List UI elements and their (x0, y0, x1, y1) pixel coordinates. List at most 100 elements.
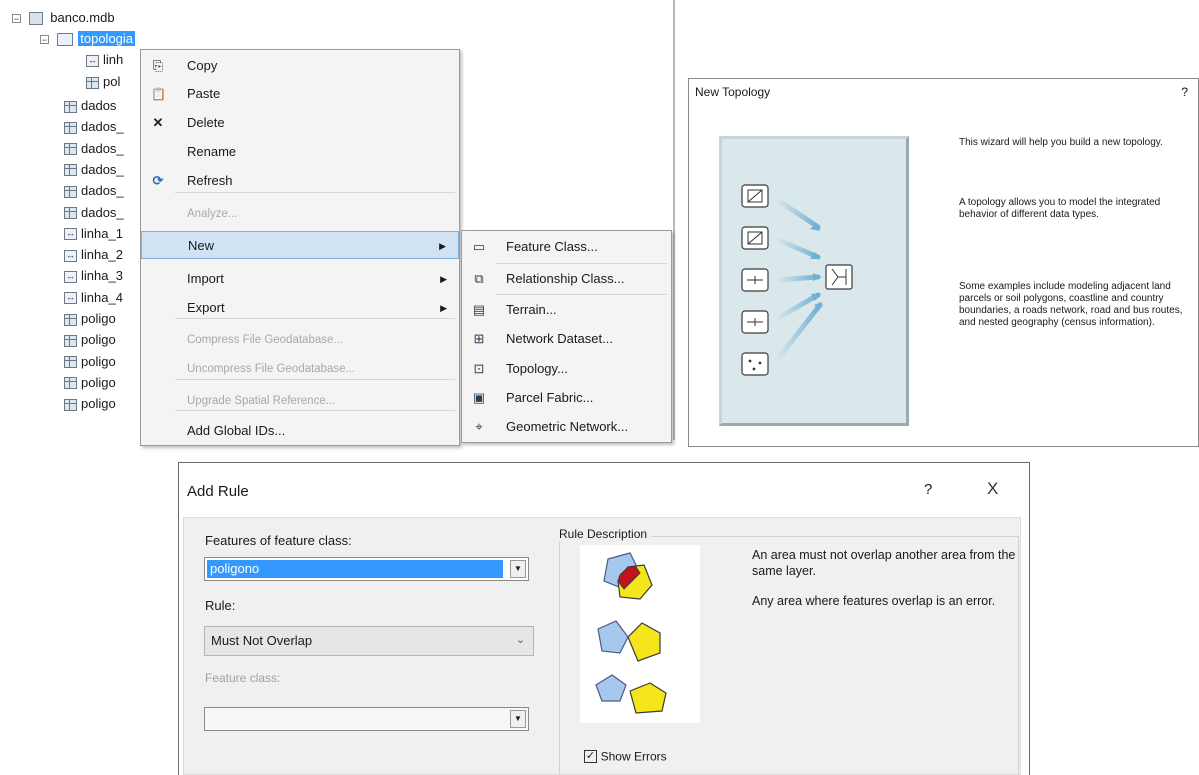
rule-desc-2: Any area where features overlap is an er… (752, 594, 996, 608)
collapse-icon[interactable]: − (40, 35, 49, 45)
tree-child-item[interactable]: pol (86, 72, 120, 92)
submenu-item-relationship-class[interactable]: ⧉ Relationship Class... (462, 265, 671, 293)
feature-dataset-icon (56, 33, 73, 47)
submenu-item-feature-class[interactable]: ▭ Feature Class... (462, 233, 671, 261)
line-feature-class-icon: ↔ (64, 270, 77, 283)
menu-item-upgrade-spatial-reference[interactable]: Upgrade Spatial Reference... (141, 387, 459, 415)
chevron-down-icon[interactable]: ▼ (510, 560, 526, 578)
submenu-arrow-icon: ▶ (440, 303, 447, 313)
collapse-icon[interactable]: − (12, 14, 21, 24)
menu-item-add-global-ids[interactable]: Add Global IDs... (141, 417, 459, 445)
rule-select[interactable]: Must Not Overlap ⌄ (204, 626, 534, 656)
menu-item-label: Delete (187, 115, 225, 130)
menu-item-export[interactable]: Export ▶ (141, 294, 459, 322)
chevron-down-icon[interactable]: ⌄ (516, 633, 525, 646)
tree-item-label: linha_2 (81, 247, 123, 263)
help-button[interactable]: ? (1181, 85, 1188, 99)
menu-item-label: Analyze... (187, 208, 238, 220)
panel-divider[interactable] (673, 0, 675, 440)
tree-item-label: pol (103, 74, 121, 89)
menu-item-compress-file-geodatabase[interactable]: Compress File Geodatabase... (141, 326, 459, 354)
menu-item-refresh[interactable]: ⟳ Refresh (141, 167, 459, 195)
tree-item[interactable]: poligo (64, 309, 116, 329)
feature-class-icon: ▭ (472, 239, 486, 254)
tree-child-item[interactable]: ↔ linh (86, 50, 123, 70)
tree-item[interactable]: ↔ linha_3 (64, 266, 123, 286)
menu-item-copy[interactable]: ⎘ Copy (141, 52, 459, 80)
tree-item[interactable]: poligo (64, 330, 116, 350)
tree-item[interactable]: dados_ (64, 117, 124, 137)
menu-item-label: Uncompress File Geodatabase... (187, 363, 356, 375)
tree-item-label: poligo (81, 311, 116, 326)
polygon-feature-class-icon (64, 313, 77, 326)
tree-item[interactable]: dados_ (64, 160, 124, 180)
topology-icon: ⊡ (473, 361, 485, 376)
polygon-feature-class-icon (86, 76, 99, 89)
tree-item[interactable]: dados_ (64, 203, 124, 223)
tree-root[interactable]: − banco.mdb (12, 8, 115, 28)
submenu-item-terrain[interactable]: ▤ Terrain... (462, 296, 671, 324)
chevron-down-icon[interactable]: ▼ (510, 710, 526, 728)
submenu-arrow-icon: ▶ (439, 241, 446, 251)
submenu-item-topology[interactable]: ⊡ Topology... (462, 355, 671, 383)
menu-item-label: Parcel Fabric... (506, 390, 594, 405)
tree-item[interactable]: dados_ (64, 181, 124, 201)
menu-item-analyze[interactable]: Analyze... (141, 200, 459, 228)
menu-item-rename[interactable]: Rename (141, 138, 459, 166)
tree-item-label: linha_1 (81, 225, 123, 241)
tree-item-label: dados_ (81, 119, 124, 135)
tree-item[interactable]: ↔ linha_4 (64, 288, 123, 308)
menu-item-delete[interactable]: ✕ Delete (141, 109, 459, 137)
tree-item-label: poligo (81, 374, 116, 390)
menu-item-label: Geometric Network... (506, 419, 629, 434)
topology-diagram (741, 184, 853, 376)
menu-item-new[interactable]: New ▶ (141, 231, 459, 259)
tree-item-topologia[interactable]: − topologia (40, 29, 136, 49)
rule-illustration (580, 545, 700, 723)
features-select[interactable]: poligono ▼ (204, 557, 529, 581)
line-feature-class-icon: ↔ (64, 292, 77, 305)
menu-item-label: Rename (187, 144, 237, 159)
submenu-item-parcel-fabric[interactable]: ▣ Parcel Fabric... (462, 384, 671, 412)
tree-item[interactable]: poligo (64, 352, 116, 372)
feature-class-select[interactable]: ▼ (204, 707, 529, 731)
tree-item-label: dados_ (81, 161, 124, 177)
tree-item-label: dados (81, 98, 117, 113)
features-select-value: poligono (207, 560, 503, 578)
table-icon (64, 207, 77, 220)
help-button[interactable]: ? (924, 481, 932, 498)
submenu-item-network-dataset[interactable]: ⊞ Network Dataset... (462, 325, 671, 353)
overlap-rule-diagram (595, 552, 667, 714)
menu-item-label: New (188, 238, 215, 253)
table-icon (64, 143, 77, 156)
tree-item[interactable]: ↔ linha_2 (64, 245, 123, 265)
menu-item-import[interactable]: Import ▶ (141, 265, 459, 293)
paste-icon: 📋 (151, 87, 166, 101)
terrain-icon: ▤ (472, 302, 486, 317)
show-errors-checkbox[interactable]: ✓ Show Errors (584, 747, 667, 765)
tree-item-label: poligo (81, 353, 116, 369)
checkbox-checked-icon[interactable]: ✓ (584, 750, 597, 764)
tree-item[interactable]: poligo (64, 394, 116, 414)
yellow-polygon (629, 682, 667, 714)
tree-item-label: linha_3 (81, 268, 123, 284)
new-submenu: ▭ Feature Class... ⧉ Relationship Class... ▤… (461, 230, 672, 443)
tree-item[interactable]: poligo (64, 373, 116, 393)
tree-item[interactable]: dados_ (64, 139, 124, 159)
table-icon (64, 164, 77, 177)
menu-item-paste[interactable]: 📋 Paste (141, 80, 459, 108)
submenu-item-geometric-network[interactable]: ⌖ Geometric Network... (462, 413, 671, 441)
menu-item-label: Upgrade Spatial Reference... (187, 395, 336, 407)
menu-item-label: Topology... (506, 361, 568, 376)
close-button[interactable]: X (987, 479, 998, 499)
copy-icon: ⎘ (152, 58, 164, 73)
feature-class-label: Feature class: (205, 671, 281, 685)
tree-item[interactable]: dados (64, 96, 116, 116)
tree-item-label: poligo (81, 396, 116, 412)
tree-item[interactable]: ↔ linha_1 (64, 224, 123, 244)
parcel-fabric-icon: ▣ (472, 390, 486, 405)
line-feature-class-icon: ↔ (64, 228, 77, 241)
menu-item-uncompress-file-geodatabase[interactable]: Uncompress File Geodatabase... (141, 355, 459, 383)
geometric-network-icon: ⌖ (475, 419, 483, 434)
menu-separator (496, 294, 667, 295)
